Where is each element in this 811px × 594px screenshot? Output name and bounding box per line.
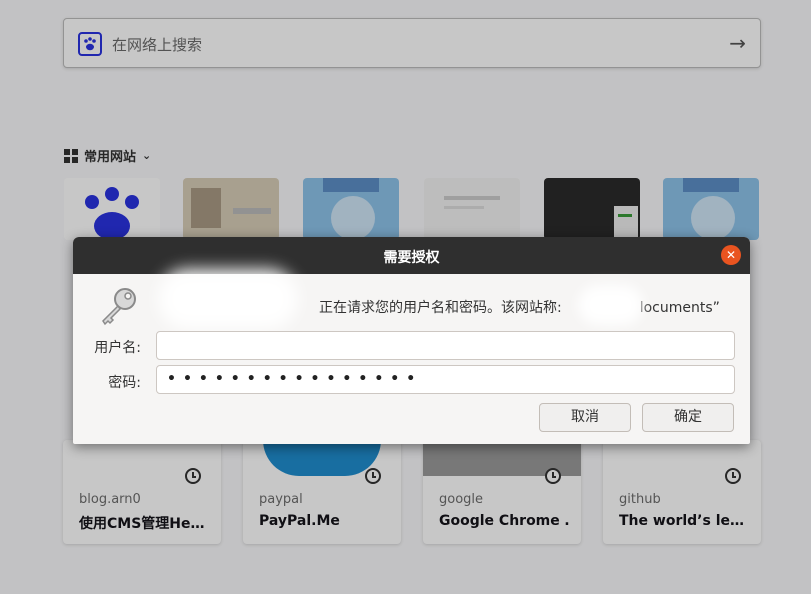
redacted-region [578,285,643,325]
cancel-button[interactable]: 取消 [539,403,631,432]
redacted-region [158,269,298,329]
dialog-titlebar[interactable]: 需要授权 ✕ [73,237,750,274]
username-field[interactable] [156,331,735,360]
auth-dialog: 需要授权 ✕ 正在请求您的用户名和密码。该网站称: locuments” 用户名:… [73,237,750,444]
close-icon[interactable]: ✕ [721,245,741,265]
password-field[interactable]: •••••••••••••••• [156,365,735,394]
key-icon [97,285,139,331]
message-realm: locuments” [639,300,720,316]
message-text: 正在请求您的用户名和密码。该网站称: [319,300,562,316]
ok-button[interactable]: 确定 [642,403,734,432]
dialog-message: 正在请求您的用户名和密码。该网站称: locuments” [319,297,720,317]
username-label: 用户名: [94,340,141,356]
password-label: 密码: [108,375,141,391]
dialog-title: 需要授权 [383,250,440,266]
